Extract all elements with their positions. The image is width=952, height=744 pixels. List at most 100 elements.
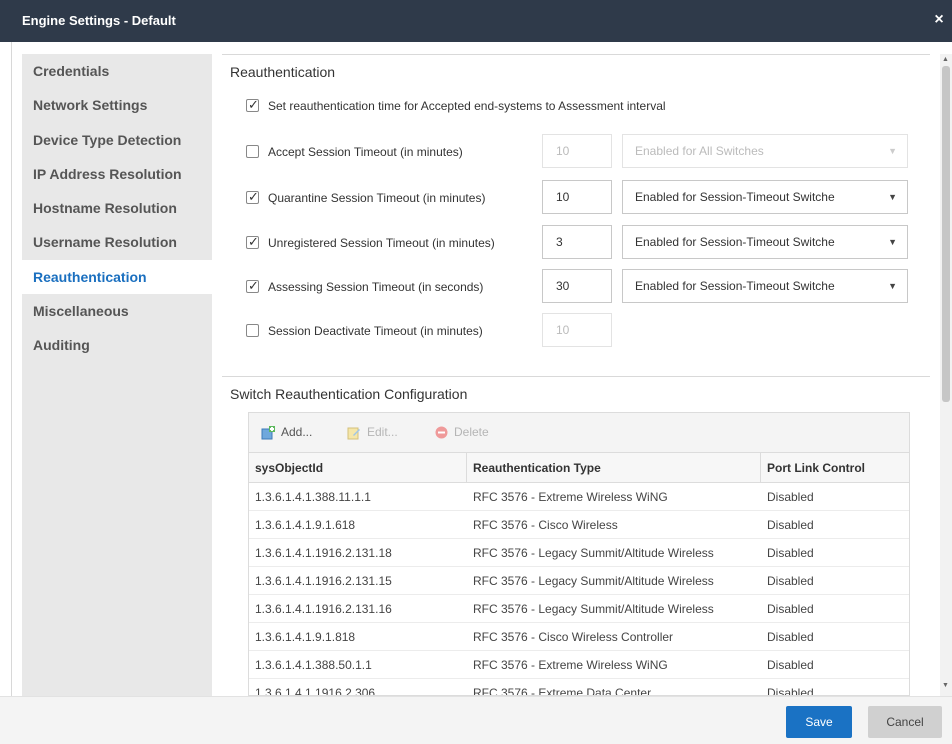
cell-sysobjectid: 1.3.6.1.4.1.9.1.818 bbox=[255, 630, 356, 644]
sidebar-item-hostname-resolution[interactable]: Hostname Resolution bbox=[22, 191, 212, 225]
section-divider bbox=[222, 376, 930, 377]
sidebar-nav: Credentials Network Settings Device Type… bbox=[22, 54, 212, 696]
unregistered-session-timeout-label: Unregistered Session Timeout (in minutes… bbox=[268, 236, 495, 250]
chevron-down-icon: ▼ bbox=[888, 237, 897, 247]
cell-port-link-control: Disabled bbox=[767, 686, 814, 696]
cell-port-link-control: Disabled bbox=[767, 490, 814, 504]
edit-button[interactable]: Edit... bbox=[347, 425, 398, 440]
content-scrollbar[interactable]: ▲ ▼ bbox=[940, 54, 952, 696]
table-row[interactable]: 1.3.6.1.4.1.9.1.818 RFC 3576 - Cisco Wir… bbox=[249, 623, 909, 651]
dialog-left-border bbox=[0, 42, 12, 744]
scroll-down-icon[interactable]: ▼ bbox=[942, 682, 949, 689]
accept-session-timeout-select-value: Enabled for All Switches bbox=[635, 144, 764, 158]
table-header: sysObjectId Reauthentication Type Port L… bbox=[249, 453, 909, 483]
session-deactivate-timeout-checkbox[interactable] bbox=[246, 324, 259, 337]
sidebar-item-auditing[interactable]: Auditing bbox=[22, 328, 212, 362]
scrollbar-thumb[interactable] bbox=[942, 66, 950, 402]
chevron-down-icon: ▼ bbox=[888, 281, 897, 291]
assessing-session-timeout-input[interactable]: 30 bbox=[542, 269, 612, 303]
checkmark-icon: ✓ bbox=[248, 189, 259, 204]
assessing-session-timeout-select-value: Enabled for Session-Timeout Switche bbox=[635, 279, 835, 293]
cell-sysobjectid: 1.3.6.1.4.1.1916.2.306 bbox=[255, 686, 376, 696]
chevron-down-icon: ▼ bbox=[888, 192, 897, 202]
unregistered-session-timeout-input[interactable]: 3 bbox=[542, 225, 612, 259]
table-row[interactable]: 1.3.6.1.4.1.9.1.618 RFC 3576 - Cisco Wir… bbox=[249, 511, 909, 539]
accept-session-timeout-label: Accept Session Timeout (in minutes) bbox=[268, 145, 463, 159]
cell-port-link-control: Disabled bbox=[767, 574, 814, 588]
switch-reauth-config-title: Switch Reauthentication Configuration bbox=[230, 386, 468, 402]
accept-session-timeout-select[interactable]: Enabled for All Switches ▼ bbox=[622, 134, 908, 168]
table-row[interactable]: 1.3.6.1.4.1.388.11.1.1 RFC 3576 - Extrem… bbox=[249, 483, 909, 511]
switch-config-table: sysObjectId Reauthentication Type Port L… bbox=[248, 452, 910, 696]
assessing-session-timeout-label: Assessing Session Timeout (in seconds) bbox=[268, 280, 484, 294]
quarantine-session-timeout-input[interactable]: 10 bbox=[542, 180, 612, 214]
accept-session-timeout-checkbox[interactable] bbox=[246, 145, 259, 158]
cell-sysobjectid: 1.3.6.1.4.1.388.50.1.1 bbox=[255, 658, 372, 672]
accept-session-timeout-input[interactable]: 10 bbox=[542, 134, 612, 168]
cell-reauthentication-type: RFC 3576 - Extreme Data Center bbox=[473, 686, 652, 696]
cell-sysobjectid: 1.3.6.1.4.1.1916.2.131.16 bbox=[255, 602, 392, 616]
save-button[interactable]: Save bbox=[786, 706, 852, 738]
cell-port-link-control: Disabled bbox=[767, 546, 814, 560]
unregistered-session-timeout-select-value: Enabled for Session-Timeout Switche bbox=[635, 235, 835, 249]
chevron-down-icon: ▼ bbox=[888, 146, 897, 156]
switch-config-toolbar: Add... Edit... Delete bbox=[248, 412, 910, 452]
delete-button[interactable]: Delete bbox=[435, 425, 489, 439]
table-row[interactable]: 1.3.6.1.4.1.1916.2.131.16 RFC 3576 - Leg… bbox=[249, 595, 909, 623]
cell-port-link-control: Disabled bbox=[767, 630, 814, 644]
add-button-label: Add... bbox=[281, 425, 313, 439]
cell-reauthentication-type: RFC 3576 - Cisco Wireless bbox=[473, 518, 618, 532]
column-header-reauthentication-type[interactable]: Reauthentication Type bbox=[467, 453, 761, 483]
cell-reauthentication-type: RFC 3576 - Legacy Summit/Altitude Wirele… bbox=[473, 574, 714, 588]
cancel-button[interactable]: Cancel bbox=[868, 706, 942, 738]
sidebar-item-credentials[interactable]: Credentials bbox=[22, 54, 212, 88]
sidebar-item-network-settings[interactable]: Network Settings bbox=[22, 88, 212, 122]
cell-sysobjectid: 1.3.6.1.4.1.388.11.1.1 bbox=[255, 490, 371, 504]
dialog-title: Engine Settings - Default bbox=[22, 13, 176, 28]
checkmark-icon: ✓ bbox=[248, 234, 259, 249]
assessment-interval-label: Set reauthentication time for Accepted e… bbox=[268, 99, 666, 113]
sidebar-item-reauthentication[interactable]: Reauthentication bbox=[22, 259, 212, 295]
cell-sysobjectid: 1.3.6.1.4.1.9.1.618 bbox=[255, 518, 356, 532]
table-row[interactable]: 1.3.6.1.4.1.1916.2.131.15 RFC 3576 - Leg… bbox=[249, 567, 909, 595]
quarantine-session-timeout-select[interactable]: Enabled for Session-Timeout Switche ▼ bbox=[622, 180, 908, 214]
cell-reauthentication-type: RFC 3576 - Legacy Summit/Altitude Wirele… bbox=[473, 546, 714, 560]
edit-button-label: Edit... bbox=[367, 425, 398, 439]
cell-reauthentication-type: RFC 3576 - Extreme Wireless WiNG bbox=[473, 490, 668, 504]
cell-reauthentication-type: RFC 3576 - Legacy Summit/Altitude Wirele… bbox=[473, 602, 714, 616]
dialog-titlebar: Engine Settings - Default × bbox=[0, 0, 952, 42]
table-row[interactable]: 1.3.6.1.4.1.1916.2.131.18 RFC 3576 - Leg… bbox=[249, 539, 909, 567]
assessing-session-timeout-select[interactable]: Enabled for Session-Timeout Switche ▼ bbox=[622, 269, 908, 303]
session-deactivate-timeout-input[interactable]: 10 bbox=[542, 313, 612, 347]
column-header-sysobjectid[interactable]: sysObjectId bbox=[249, 453, 467, 483]
quarantine-session-timeout-select-value: Enabled for Session-Timeout Switche bbox=[635, 190, 835, 204]
add-button[interactable]: Add... bbox=[261, 425, 312, 440]
cell-port-link-control: Disabled bbox=[767, 518, 814, 532]
cell-reauthentication-type: RFC 3576 - Cisco Wireless Controller bbox=[473, 630, 674, 644]
edit-icon bbox=[347, 427, 360, 440]
cell-sysobjectid: 1.3.6.1.4.1.1916.2.131.15 bbox=[255, 574, 392, 588]
unregistered-session-timeout-checkbox[interactable]: ✓ bbox=[246, 234, 259, 249]
assessment-interval-checkbox[interactable]: ✓ bbox=[246, 97, 259, 112]
sidebar-item-username-resolution[interactable]: Username Resolution bbox=[22, 225, 212, 259]
cell-port-link-control: Disabled bbox=[767, 602, 814, 616]
assessing-session-timeout-checkbox[interactable]: ✓ bbox=[246, 278, 259, 293]
sidebar-item-miscellaneous[interactable]: Miscellaneous bbox=[22, 294, 212, 328]
session-deactivate-timeout-label: Session Deactivate Timeout (in minutes) bbox=[268, 324, 483, 338]
column-header-port-link-control[interactable]: Port Link Control bbox=[761, 453, 909, 483]
cell-sysobjectid: 1.3.6.1.4.1.1916.2.131.18 bbox=[255, 546, 392, 560]
quarantine-session-timeout-label: Quarantine Session Timeout (in minutes) bbox=[268, 191, 486, 205]
reauthentication-title: Reauthentication bbox=[230, 64, 336, 80]
quarantine-session-timeout-checkbox[interactable]: ✓ bbox=[246, 189, 259, 204]
cell-reauthentication-type: RFC 3576 - Extreme Wireless WiNG bbox=[473, 658, 668, 672]
section-divider-top bbox=[222, 54, 930, 55]
delete-button-label: Delete bbox=[454, 425, 489, 439]
unregistered-session-timeout-select[interactable]: Enabled for Session-Timeout Switche ▼ bbox=[622, 225, 908, 259]
sidebar-item-ip-address-resolution[interactable]: IP Address Resolution bbox=[22, 157, 212, 191]
cell-port-link-control: Disabled bbox=[767, 658, 814, 672]
table-row[interactable]: 1.3.6.1.4.1.388.50.1.1 RFC 3576 - Extrem… bbox=[249, 651, 909, 679]
table-row[interactable]: 1.3.6.1.4.1.1916.2.306 RFC 3576 - Extrem… bbox=[249, 679, 909, 696]
sidebar-item-device-type-detection[interactable]: Device Type Detection bbox=[22, 123, 212, 157]
scroll-up-icon[interactable]: ▲ bbox=[942, 56, 949, 63]
close-icon[interactable]: × bbox=[930, 10, 948, 30]
